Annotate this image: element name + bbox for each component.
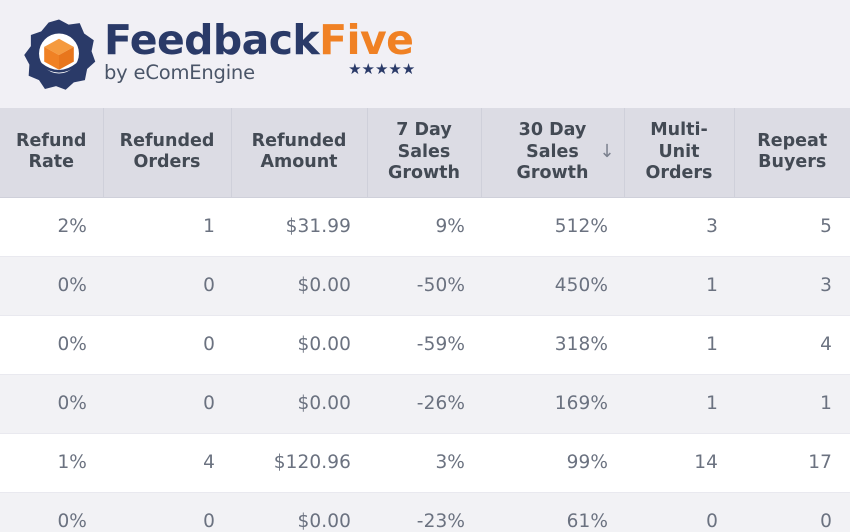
column-header-repeat-buyers[interactable]: Repeat Buyers: [734, 108, 850, 198]
header-line: 30 Day: [518, 120, 587, 141]
app-root: FeedbackFive by eComEngine ★★★★★ Refund R…: [0, 0, 850, 532]
brand-wordmark-block: FeedbackFive by eComEngine ★★★★★: [104, 19, 416, 83]
table-cell: $31.99: [231, 197, 367, 257]
table-cell: -23%: [367, 492, 481, 532]
table-cell: $0.00: [231, 315, 367, 375]
table-cell: 4: [734, 315, 850, 375]
table-row[interactable]: 2% 1 $31.99 9% 512% 3 5: [0, 197, 850, 257]
table-cell: 1: [624, 256, 734, 316]
table-cell: 0: [103, 256, 231, 316]
header-line: Rate: [28, 152, 75, 173]
header-line: Repeat: [757, 130, 828, 151]
column-header-refunded-amount[interactable]: Refunded Amount: [231, 108, 368, 198]
table-cell: 1: [734, 374, 850, 434]
column-header-label: Refund Rate: [16, 131, 86, 174]
table-cell: $0.00: [231, 256, 367, 316]
header-line: Refunded: [119, 130, 215, 151]
table-row[interactable]: 0% 0 $0.00 -26% 169% 1 1: [0, 374, 850, 434]
metrics-table: Refund Rate Refunded Orders Refunded Amount 7 …: [0, 108, 850, 532]
header-line: Sales: [397, 141, 451, 162]
column-header-label: Refunded Amount: [252, 131, 347, 174]
table-cell: 0: [103, 374, 231, 434]
table-cell: 14: [624, 433, 734, 493]
table-cell: 0%: [0, 256, 103, 316]
feedbackfive-logo[interactable]: FeedbackFive by eComEngine ★★★★★: [22, 16, 416, 92]
table-cell: 0%: [0, 315, 103, 375]
table-header: Refund Rate Refunded Orders Refunded Amount 7 …: [0, 108, 850, 198]
table-cell: 1: [624, 374, 734, 434]
table-cell: 3: [624, 197, 734, 257]
table-cell: 0: [103, 315, 231, 375]
table-cell: 61%: [481, 492, 624, 532]
table-cell: -59%: [367, 315, 481, 375]
table-cell: 0%: [0, 492, 103, 532]
table-cell: 99%: [481, 433, 624, 493]
five-stars-icon: ★★★★★: [348, 60, 416, 78]
gear-cube-icon: [24, 19, 96, 90]
column-header-multi-unit-orders[interactable]: Multi- Unit Orders: [624, 108, 735, 198]
table-cell: 0: [624, 492, 734, 532]
table-cell: 3%: [367, 433, 481, 493]
column-header-refunded-orders[interactable]: Refunded Orders: [103, 108, 232, 198]
sort-descending-icon[interactable]: ↓: [599, 143, 614, 161]
column-header-label: Refunded Orders: [120, 131, 215, 174]
table-cell: 1%: [0, 433, 103, 493]
table-cell: 17: [734, 433, 850, 493]
table-row[interactable]: 1% 4 $120.96 3% 99% 14 17: [0, 433, 850, 493]
table-cell: $120.96: [231, 433, 367, 493]
table-cell: $0.00: [231, 492, 367, 532]
column-header-label: Repeat Buyers: [757, 131, 827, 174]
header-line: Amount: [260, 152, 338, 173]
brand-header: FeedbackFive by eComEngine ★★★★★: [0, 0, 850, 108]
table-cell: 3: [734, 256, 850, 316]
table-cell: 318%: [481, 315, 624, 375]
table-cell: 450%: [481, 256, 624, 316]
header-line: Sales: [526, 141, 579, 162]
table-header-row: Refund Rate Refunded Orders Refunded Amount 7 …: [0, 108, 850, 198]
table-cell: 512%: [481, 197, 624, 257]
column-header-30-day-sales-growth[interactable]: 30 Day Sales Growth ↓: [481, 108, 625, 198]
table-cell: 9%: [367, 197, 481, 257]
column-header-label: 7 Day Sales Growth: [388, 120, 460, 184]
table-cell: 1: [103, 197, 231, 257]
table-row[interactable]: 0% 0 $0.00 -59% 318% 1 4: [0, 315, 850, 375]
table-body: 2% 1 $31.99 9% 512% 3 5 0% 0 $0.00 -50% 450% 1 3 0% 0 $0…: [0, 197, 850, 532]
header-line: 7 Day: [396, 120, 452, 141]
table-cell: 0%: [0, 374, 103, 434]
brand-wordmark: FeedbackFive: [104, 19, 414, 62]
header-line: Orders: [645, 162, 713, 183]
header-line: Buyers: [758, 152, 827, 173]
table-cell: $0.00: [231, 374, 367, 434]
header-line: Refund: [16, 130, 87, 151]
column-header-refund-rate[interactable]: Refund Rate: [0, 108, 104, 198]
header-line: Orders: [133, 152, 201, 173]
column-header-7-day-sales-growth[interactable]: 7 Day Sales Growth: [367, 108, 482, 198]
table-row[interactable]: 0% 0 $0.00 -50% 450% 1 3: [0, 256, 850, 316]
table-cell: 4: [103, 433, 231, 493]
header-line: Growth: [387, 162, 460, 183]
header-line: Refunded: [251, 130, 347, 151]
column-header-label: 30 Day Sales Growth ↓: [516, 120, 614, 184]
header-line: Unit: [658, 141, 700, 162]
table-cell: 2%: [0, 197, 103, 257]
header-line: Multi-: [650, 120, 708, 141]
table-cell: -26%: [367, 374, 481, 434]
table-cell: 0: [734, 492, 850, 532]
table-cell: 1: [624, 315, 734, 375]
wordmark-five: Five: [319, 16, 414, 64]
header-line: Growth: [516, 162, 589, 183]
table-row[interactable]: 0% 0 $0.00 -23% 61% 0 0: [0, 492, 850, 532]
table-cell: -50%: [367, 256, 481, 316]
wordmark-feedback: Feedback: [104, 16, 320, 64]
table-cell: 169%: [481, 374, 624, 434]
table-cell: 5: [734, 197, 850, 257]
column-header-label: Multi- Unit Orders: [646, 120, 713, 184]
table-cell: 0: [103, 492, 231, 532]
metrics-table-container: Refund Rate Refunded Orders Refunded Amount 7 …: [0, 108, 850, 532]
